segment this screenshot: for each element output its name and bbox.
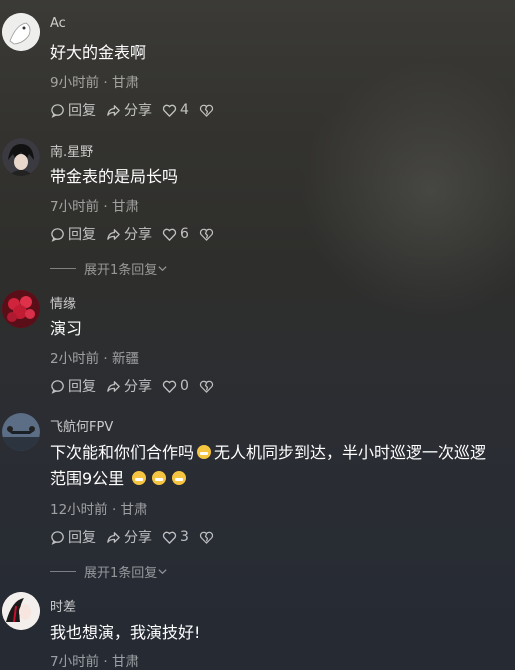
heart-icon (162, 228, 177, 241)
speech-bubble-icon (51, 379, 64, 394)
avatar[interactable] (2, 413, 40, 451)
comment-text-part: 下次能和你们合作吗 (50, 443, 195, 462)
comment-text: 带金表的是局长吗 (50, 167, 179, 186)
speech-bubble-icon (51, 227, 64, 242)
comment-meta: 12小时前 · 甘肃 (50, 502, 148, 518)
reply-label: 回复 (68, 103, 96, 119)
share-button[interactable]: 分享 (106, 224, 152, 244)
broken-heart-icon (199, 104, 214, 117)
share-label: 分享 (124, 227, 152, 243)
comment-text-part: 范围9公里 (50, 469, 125, 488)
share-button[interactable]: 分享 (106, 376, 152, 396)
expand-replies-button[interactable]: 展开1条回复 (50, 259, 168, 278)
comment-meta: 2小时前 · 新疆 (50, 351, 139, 367)
comment-meta: 7小时前 · 甘肃 (50, 199, 139, 215)
like-count: 4 (180, 102, 189, 118)
comment-text: 我也想演，我演技好! (50, 623, 201, 642)
comment-meta: 7小时前 · 甘肃 (50, 654, 139, 670)
username[interactable]: Ac (50, 16, 66, 31)
chevron-down-icon (158, 266, 167, 272)
username[interactable]: 南.星野 (50, 141, 93, 160)
share-arrow-icon (107, 104, 120, 116)
broken-heart-icon (199, 228, 214, 241)
grin-emoji-icon (152, 471, 167, 485)
reply-label: 回复 (68, 379, 96, 395)
like-button[interactable]: 0 (162, 378, 189, 394)
username[interactable]: 时差 (50, 596, 76, 615)
speech-bubble-icon (51, 530, 64, 545)
username[interactable]: 飞航何FPV (50, 416, 113, 435)
share-label: 分享 (124, 103, 152, 119)
share-label: 分享 (124, 379, 152, 395)
share-label: 分享 (124, 530, 152, 546)
speech-bubble-icon (51, 103, 64, 118)
username[interactable]: 情缘 (50, 293, 76, 312)
reply-label: 回复 (68, 227, 96, 243)
dislike-button[interactable] (199, 530, 217, 545)
comment-text: 好大的金表啊 (50, 43, 147, 62)
share-arrow-icon (107, 531, 120, 543)
like-button[interactable]: 6 (162, 226, 189, 242)
reply-label: 回复 (68, 530, 96, 546)
broken-heart-icon (199, 380, 214, 393)
divider (50, 268, 76, 269)
heart-icon (162, 531, 177, 544)
heart-icon (162, 380, 177, 393)
dislike-button[interactable] (199, 103, 217, 118)
chevron-down-icon (158, 569, 167, 575)
avatar[interactable] (2, 290, 40, 328)
reply-button[interactable]: 回复 (50, 224, 96, 244)
comment-meta: 9小时前 · 甘肃 (50, 75, 139, 91)
reply-button[interactable]: 回复 (50, 100, 96, 120)
like-count: 6 (180, 226, 189, 242)
expand-replies-label: 展开1条回复 (84, 566, 158, 581)
avatar[interactable] (2, 592, 40, 630)
avatar[interactable] (2, 13, 40, 51)
share-arrow-icon (107, 380, 120, 392)
expand-replies-label: 展开1条回复 (84, 263, 158, 278)
like-button[interactable]: 4 (162, 102, 189, 118)
reply-button[interactable]: 回复 (50, 376, 96, 396)
avatar[interactable] (2, 138, 40, 176)
like-count: 3 (180, 529, 189, 545)
dislike-button[interactable] (199, 227, 217, 242)
heart-icon (162, 104, 177, 117)
reply-button[interactable]: 回复 (50, 527, 96, 547)
divider (50, 571, 76, 572)
expand-replies-button[interactable]: 展开1条回复 (50, 562, 168, 581)
broken-heart-icon (199, 531, 214, 544)
comment-text: 演习 (50, 319, 83, 338)
share-button[interactable]: 分享 (106, 527, 152, 547)
comment-text-part: 无人机同步到达，半小时巡逻一次巡逻 (214, 443, 487, 462)
share-arrow-icon (107, 228, 120, 240)
dislike-button[interactable] (199, 379, 217, 394)
grin-emoji-icon (132, 471, 147, 485)
like-count: 0 (180, 378, 189, 394)
grin-emoji-icon (172, 471, 187, 485)
share-button[interactable]: 分享 (106, 100, 152, 120)
like-button[interactable]: 3 (162, 529, 189, 545)
grin-emoji-icon (197, 445, 212, 459)
comment-text: 下次能和你们合作吗 无人机同步到达，半小时巡逻一次巡逻 范围9公里 (50, 440, 512, 492)
